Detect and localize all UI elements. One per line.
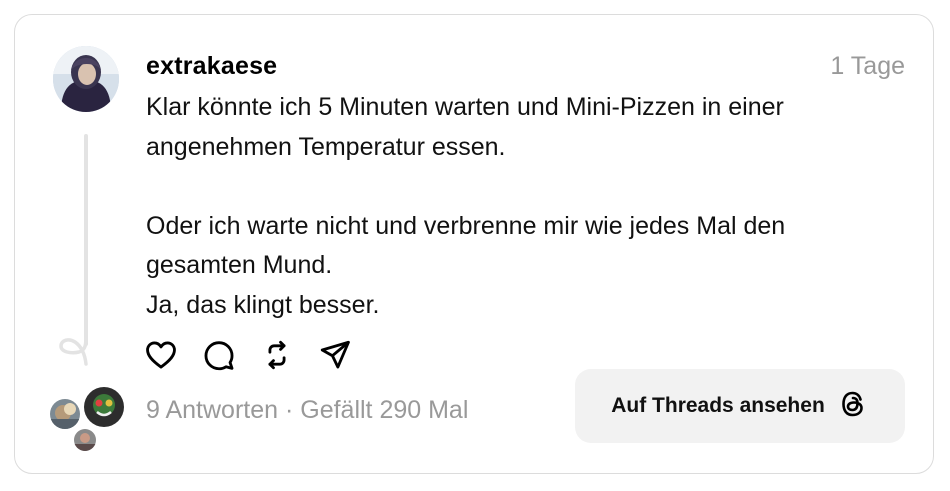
heart-icon[interactable] — [144, 338, 178, 372]
avatar[interactable] — [53, 46, 119, 112]
thread-line — [84, 134, 88, 346]
replier-avatars — [48, 385, 128, 455]
share-icon[interactable] — [318, 338, 352, 372]
engagement-stats[interactable]: 9 Antworten · Gefällt 290 Mal — [146, 396, 468, 425]
replier-avatar — [72, 427, 98, 453]
replier-avatar — [82, 385, 126, 429]
view-on-threads-button[interactable]: Auf Threads ansehen — [575, 369, 905, 443]
thread-loop-icon — [59, 332, 88, 366]
comment-icon[interactable] — [202, 338, 236, 372]
username[interactable]: extrakaese — [146, 52, 277, 81]
repost-icon[interactable] — [260, 338, 294, 372]
timestamp: 1 Tage — [830, 52, 905, 80]
replier-avatar — [48, 397, 82, 431]
post-text: Klar könnte ich 5 Minuten warten und Min… — [146, 93, 786, 319]
view-on-threads-label: Auf Threads ansehen — [611, 394, 825, 417]
threads-logo-icon — [837, 388, 869, 425]
